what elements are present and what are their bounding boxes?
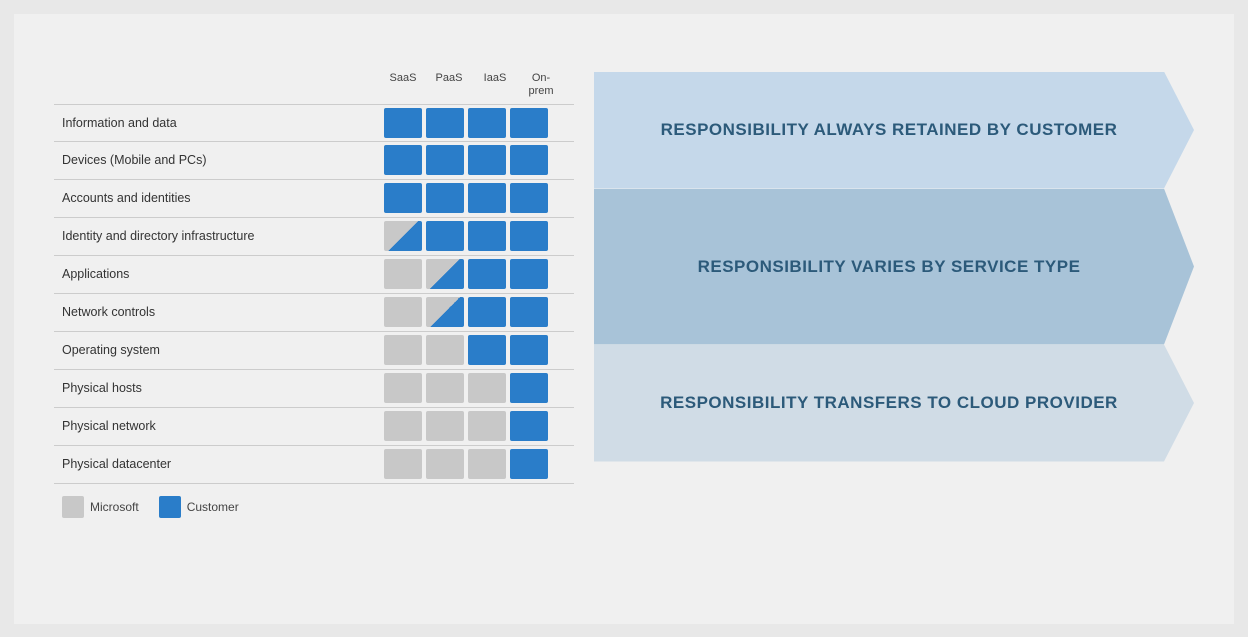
col-header: PaaS (430, 72, 468, 98)
cell-gray (384, 411, 422, 441)
cell-gray (384, 335, 422, 365)
cell-blue (510, 297, 548, 327)
cell-blue (426, 183, 464, 213)
cell-blue (426, 108, 464, 138)
row-cells (384, 108, 548, 138)
cell-blue (510, 259, 548, 289)
cell-blue (510, 411, 548, 441)
arrow-shape-2: RESPONSIBILITY TRANSFERS TO CLOUD PROVID… (594, 345, 1194, 462)
cell-half-blue-tr (426, 259, 464, 289)
table-row: Devices (Mobile and PCs) (54, 142, 574, 180)
legend-label: Microsoft (90, 500, 139, 514)
cell-gray (468, 373, 506, 403)
cell-gray (384, 373, 422, 403)
col-header: On-prem (522, 72, 560, 98)
col-header: IaaS (476, 72, 514, 98)
arrow-text-2: RESPONSIBILITY TRANSFERS TO CLOUD PROVID… (660, 393, 1118, 413)
cell-blue (510, 108, 548, 138)
table-row: Physical hosts (54, 370, 574, 408)
arrow-text-1: RESPONSIBILITY VARIES BY SERVICE TYPE (698, 257, 1081, 277)
cell-blue (468, 259, 506, 289)
cell-blue (510, 145, 548, 175)
row-cells (384, 335, 548, 365)
table-row: Network controls (54, 294, 574, 332)
table-rows: Information and data Devices (Mobile and … (54, 104, 574, 484)
legend-item-microsoft: Microsoft (62, 496, 139, 518)
cell-blue (510, 449, 548, 479)
cell-gray (384, 297, 422, 327)
row-label: Operating system (54, 343, 384, 357)
col-headers: SaaS PaaS IaaS On-prem (384, 72, 564, 98)
row-cells (384, 259, 548, 289)
cell-half-blue-tr (384, 221, 422, 251)
arrow-shape-1: RESPONSIBILITY VARIES BY SERVICE TYPE (594, 189, 1194, 345)
cell-blue (468, 221, 506, 251)
cell-blue (468, 183, 506, 213)
cell-gray (384, 449, 422, 479)
cell-gray (426, 449, 464, 479)
arrow-shape-0: RESPONSIBILITY ALWAYS RETAINED BY CUSTOM… (594, 72, 1194, 189)
cell-blue (384, 183, 422, 213)
row-label: Network controls (54, 305, 384, 319)
row-label: Applications (54, 267, 384, 281)
table-row: Applications (54, 256, 574, 294)
cell-blue (468, 108, 506, 138)
cell-blue (468, 297, 506, 327)
cell-blue (510, 335, 548, 365)
cell-blue (426, 145, 464, 175)
row-cells (384, 145, 548, 175)
row-cells (384, 221, 548, 251)
legend: Microsoft Customer (54, 496, 1194, 518)
arrow-block-2: RESPONSIBILITY TRANSFERS TO CLOUD PROVID… (594, 345, 1194, 462)
cell-gray (426, 335, 464, 365)
legend-swatch-blue (159, 496, 181, 518)
table-section: SaaS PaaS IaaS On-prem Information and data… (54, 72, 574, 484)
legend-swatch-gray (62, 496, 84, 518)
cell-blue (426, 221, 464, 251)
row-label: Physical datacenter (54, 457, 384, 471)
row-label: Physical hosts (54, 381, 384, 395)
row-cells (384, 373, 548, 403)
legend-label: Customer (187, 500, 239, 514)
cell-blue (468, 335, 506, 365)
cell-blue (384, 108, 422, 138)
row-label: Information and data (54, 116, 384, 130)
cell-blue (510, 221, 548, 251)
table-row: Operating system (54, 332, 574, 370)
col-header: SaaS (384, 72, 422, 98)
table-row: Accounts and identities (54, 180, 574, 218)
table-row: Physical network (54, 408, 574, 446)
arrow-text-0: RESPONSIBILITY ALWAYS RETAINED BY CUSTOM… (661, 120, 1118, 140)
cell-gray (468, 449, 506, 479)
cell-gray (384, 259, 422, 289)
content-area: SaaS PaaS IaaS On-prem Information and data… (54, 72, 1194, 484)
row-cells (384, 411, 548, 441)
arrow-block-1: RESPONSIBILITY VARIES BY SERVICE TYPE (594, 189, 1194, 345)
row-label: Accounts and identities (54, 191, 384, 205)
arrow-block-0: RESPONSIBILITY ALWAYS RETAINED BY CUSTOM… (594, 72, 1194, 189)
cell-gray (468, 411, 506, 441)
row-cells (384, 449, 548, 479)
cell-blue (468, 145, 506, 175)
table-row: Identity and directory infrastructure (54, 218, 574, 256)
cell-blue (510, 183, 548, 213)
row-cells (384, 297, 548, 327)
cell-blue (510, 373, 548, 403)
table-row: Physical datacenter (54, 446, 574, 484)
table-row: Information and data (54, 104, 574, 142)
row-label: Identity and directory infrastructure (54, 229, 384, 243)
row-label: Devices (Mobile and PCs) (54, 153, 384, 167)
cell-gray (426, 373, 464, 403)
legend-item-customer: Customer (159, 496, 239, 518)
slide: SaaS PaaS IaaS On-prem Information and data… (14, 14, 1234, 624)
cell-blue (384, 145, 422, 175)
row-label: Physical network (54, 419, 384, 433)
cell-half-blue-tr (426, 297, 464, 327)
row-cells (384, 183, 548, 213)
arrows-section: RESPONSIBILITY ALWAYS RETAINED BY CUSTOM… (574, 72, 1194, 484)
cell-gray (426, 411, 464, 441)
